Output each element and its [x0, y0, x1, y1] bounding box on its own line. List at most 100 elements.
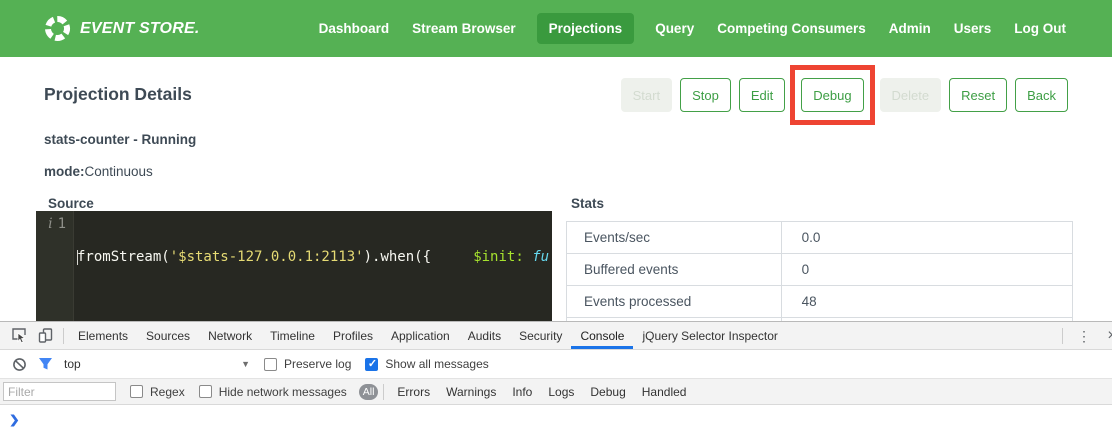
hide-network-messages-checkbox[interactable]: Hide network messages: [199, 385, 347, 399]
devtools-menu-icon[interactable]: ⋮: [1068, 331, 1100, 341]
filter-level-warnings[interactable]: Warnings: [438, 385, 504, 399]
debug-highlight-box: Debug: [790, 65, 874, 125]
eventstore-logo-text: EVENT STORE.: [80, 20, 199, 38]
code-line-1: fromStream('$stats-127.0.0.1:2113').when…: [77, 248, 552, 267]
context-value: top: [64, 357, 81, 371]
console-toolbar: top ▼ Preserve log Show all messages: [0, 350, 1112, 379]
hide-network-messages-label: Hide network messages: [219, 385, 347, 399]
main-content: Projection Details Start Stop Edit Debug…: [0, 57, 1112, 321]
edit-button[interactable]: Edit: [739, 78, 785, 112]
devtools-close-icon[interactable]: ×: [1100, 327, 1112, 345]
filter-input[interactable]: [3, 382, 116, 401]
stat-label: Buffered events: [567, 254, 782, 285]
tab-jquery-selector-inspector[interactable]: jQuery Selector Inspector: [633, 322, 786, 349]
nav-item-projections[interactable]: Projections: [537, 13, 635, 44]
toolbar-divider: [63, 328, 64, 344]
checkbox-unchecked-icon[interactable]: [264, 358, 277, 371]
chevron-down-icon: ▼: [241, 359, 250, 369]
stat-label: Events processed: [567, 286, 782, 317]
code-token: [431, 249, 473, 265]
device-toolbar-icon[interactable]: [32, 324, 58, 348]
preserve-log-label: Preserve log: [284, 357, 351, 371]
filter-level-debug[interactable]: Debug: [582, 385, 633, 399]
page-title: Projection Details: [44, 84, 192, 105]
show-all-messages-label: Show all messages: [385, 357, 488, 371]
tab-elements[interactable]: Elements: [69, 322, 137, 349]
code-token-keyword: fu: [532, 249, 549, 265]
debug-button[interactable]: Debug: [801, 78, 863, 112]
editor-gutter: i1: [36, 211, 73, 321]
code-token-string: '$stats-127.0.0.1:2113': [170, 249, 364, 265]
stat-value: 48: [782, 286, 1072, 317]
projection-status: stats-counter - Running: [44, 132, 196, 147]
stop-button[interactable]: Stop: [680, 78, 731, 112]
nav-item-logout[interactable]: Log Out: [1012, 13, 1068, 44]
console-filter-bar: Regex Hide network messages All Errors W…: [0, 379, 1112, 405]
code-token: [524, 249, 532, 265]
devtools-panel: Elements Sources Network Timeline Profil…: [0, 321, 1112, 440]
tab-sources[interactable]: Sources: [137, 322, 199, 349]
tab-timeline[interactable]: Timeline: [261, 322, 324, 349]
toolbar-divider: [1062, 328, 1063, 344]
table-row: Buffered events 0: [567, 254, 1072, 286]
devtools-tabbar-right: ⋮ ×: [1057, 322, 1112, 349]
tab-application[interactable]: Application: [382, 322, 459, 349]
screen: EVENT STORE. Dashboard Stream Browser Pr…: [0, 0, 1112, 440]
gutter-line-number: 1: [58, 216, 66, 232]
eventstore-ring-icon: [44, 15, 71, 42]
source-heading: Source: [48, 196, 94, 211]
filter-level-errors[interactable]: Errors: [389, 385, 438, 399]
nav-item-dashboard[interactable]: Dashboard: [317, 13, 392, 44]
projection-mode: mode:Continuous: [44, 164, 153, 179]
eventstore-logo[interactable]: EVENT STORE.: [44, 15, 199, 42]
filter-level-all-badge[interactable]: All: [359, 384, 379, 400]
execution-context-selector[interactable]: top ▼: [58, 357, 250, 371]
stat-value: 0.0: [782, 222, 1072, 253]
back-button[interactable]: Back: [1015, 78, 1068, 112]
regex-checkbox[interactable]: Regex: [130, 385, 185, 399]
stat-label: Events/sec: [567, 222, 782, 253]
filter-icon[interactable]: [32, 352, 58, 376]
source-code-editor[interactable]: i1 fromStream('$stats-127.0.0.1:2113').w…: [36, 211, 552, 321]
gutter-info-icon: i: [48, 216, 52, 232]
filter-level-logs[interactable]: Logs: [540, 385, 582, 399]
checkbox-checked-icon[interactable]: [365, 358, 378, 371]
nav-item-admin[interactable]: Admin: [887, 13, 933, 44]
checkbox-unchecked-icon[interactable]: [130, 385, 143, 398]
stat-value: 0: [782, 254, 1072, 285]
filter-level-info[interactable]: Info: [504, 385, 540, 399]
editor-code-area[interactable]: fromStream('$stats-127.0.0.1:2113').when…: [73, 211, 552, 321]
tab-security[interactable]: Security: [510, 322, 571, 349]
nav-item-query[interactable]: Query: [653, 13, 696, 44]
clear-console-icon[interactable]: [6, 352, 32, 376]
table-row: Events processed 48: [567, 286, 1072, 318]
start-button: Start: [621, 78, 672, 112]
tab-audits[interactable]: Audits: [459, 322, 510, 349]
code-token: ).when({: [364, 249, 431, 265]
nav-item-stream-browser[interactable]: Stream Browser: [410, 13, 518, 44]
projection-action-buttons: Start Stop Edit Debug Delete Reset Back: [621, 78, 1068, 112]
tab-console[interactable]: Console: [571, 322, 633, 349]
regex-label: Regex: [150, 385, 185, 399]
checkbox-unchecked-icon[interactable]: [199, 385, 212, 398]
code-token-init: $init:: [473, 249, 524, 265]
nav-item-competing-consumers[interactable]: Competing Consumers: [715, 13, 868, 44]
reset-button[interactable]: Reset: [949, 78, 1007, 112]
devtools-tabbar: Elements Sources Network Timeline Profil…: [0, 322, 1112, 350]
table-row: Events/sec 0.0: [567, 222, 1072, 254]
preserve-log-checkbox[interactable]: Preserve log: [264, 357, 351, 371]
nav-item-users[interactable]: Users: [952, 13, 994, 44]
top-navbar: EVENT STORE. Dashboard Stream Browser Pr…: [0, 0, 1112, 57]
tab-network[interactable]: Network: [199, 322, 261, 349]
filter-level-handled[interactable]: Handled: [634, 385, 695, 399]
delete-button: Delete: [880, 78, 942, 112]
console-prompt-icon: ❯: [9, 413, 20, 427]
code-token: fromStream(: [77, 249, 170, 265]
tab-profiles[interactable]: Profiles: [324, 322, 382, 349]
stats-heading: Stats: [571, 196, 604, 211]
mode-label: mode:: [44, 164, 85, 179]
inspect-element-icon[interactable]: [6, 324, 32, 348]
console-prompt-area[interactable]: ❯: [0, 405, 1112, 440]
show-all-messages-checkbox[interactable]: Show all messages: [365, 357, 488, 371]
main-nav: Dashboard Stream Browser Projections Que…: [317, 13, 1068, 44]
